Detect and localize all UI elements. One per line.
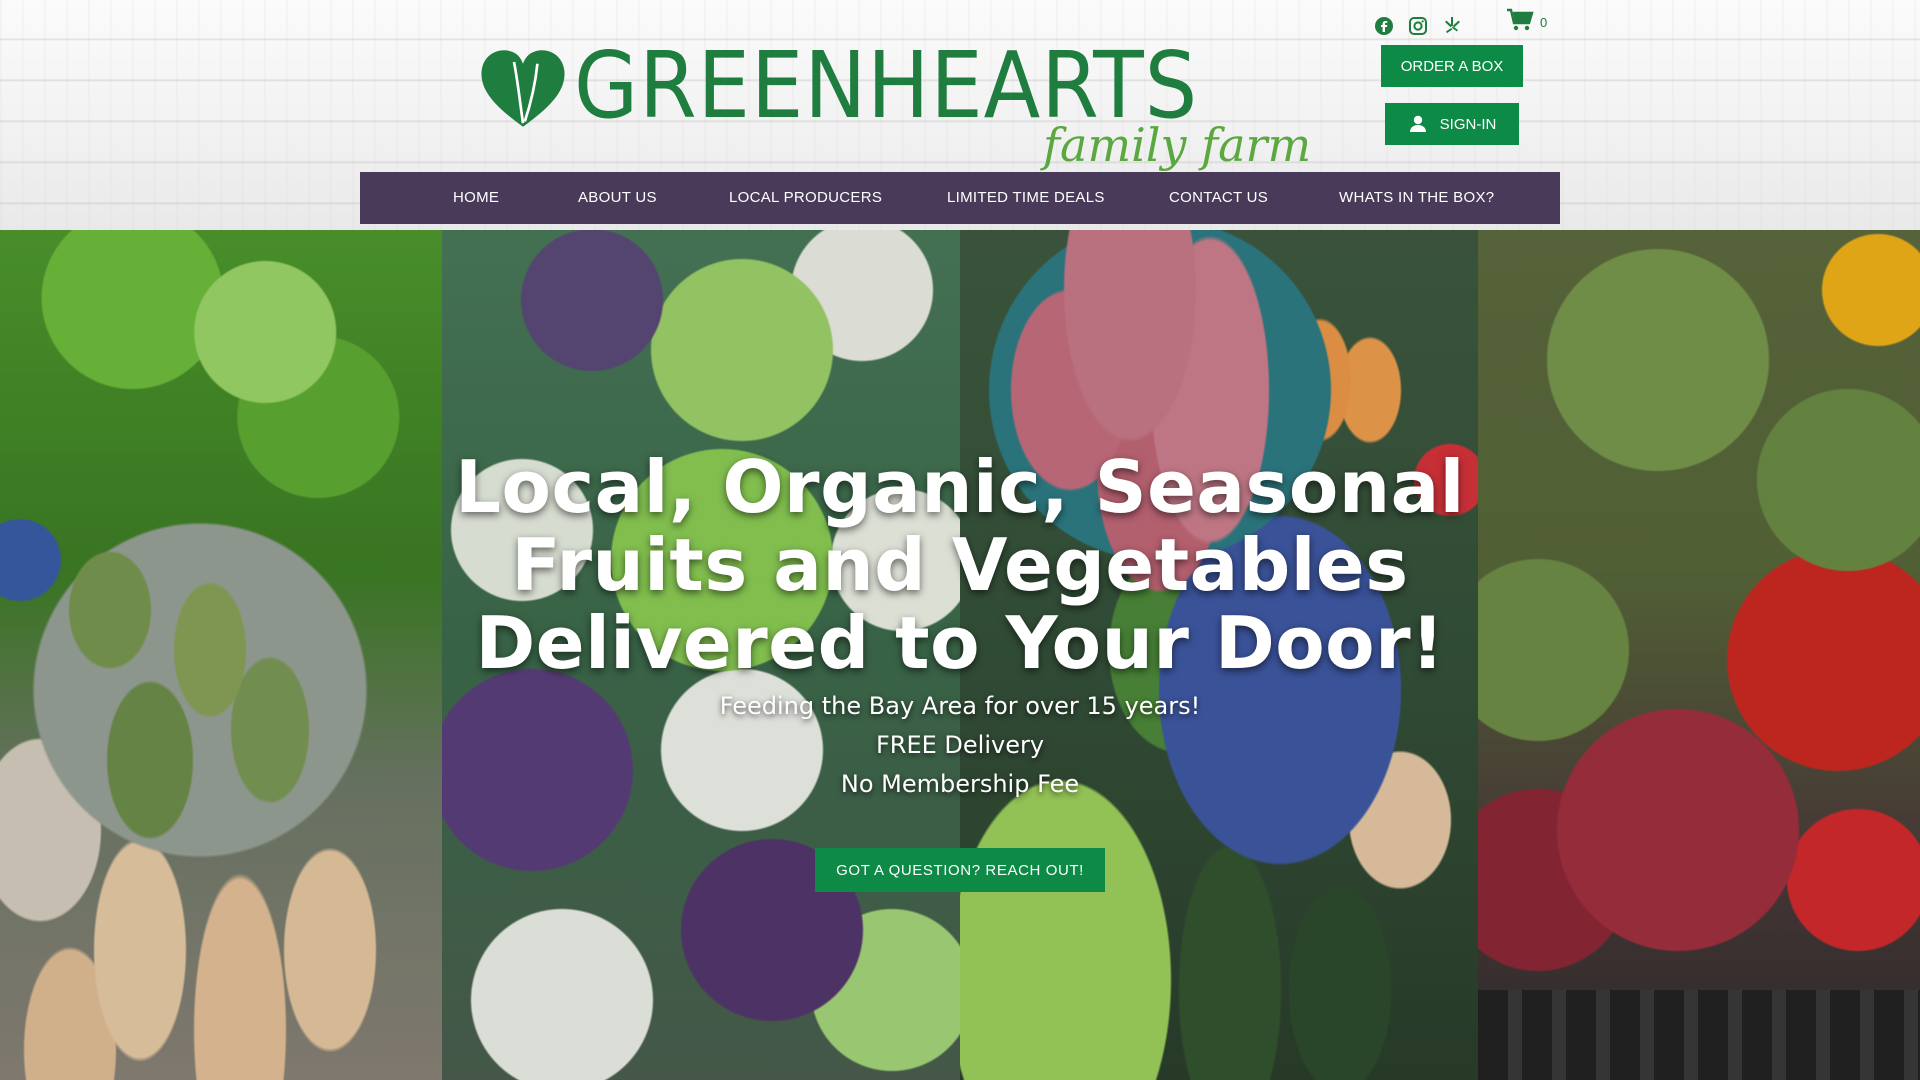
hero-headline: Local, Organic, Seasonal Fruits and Vege… bbox=[440, 448, 1480, 682]
nav-item-whats-in-the-box[interactable]: WHATS IN THE BOX? bbox=[1339, 189, 1494, 206]
hero-section: Local, Organic, Seasonal Fruits and Vege… bbox=[0, 230, 1920, 1080]
nav-item-local-producers[interactable]: LOCAL PRODUCERS bbox=[729, 189, 882, 206]
contact-cta-button[interactable]: GOT A QUESTION? REACH OUT! bbox=[815, 848, 1105, 892]
social-links bbox=[1374, 14, 1462, 38]
headline-line: Delivered to Your Door! bbox=[475, 601, 1445, 685]
sign-in-button[interactable]: SIGN-IN bbox=[1385, 103, 1519, 145]
nav-item-limited-time-deals[interactable]: LIMITED TIME DEALS bbox=[947, 189, 1105, 206]
hero-subtext-years: Feeding the Bay Area for over 15 years! bbox=[719, 692, 1201, 720]
nav-item-home[interactable]: HOME bbox=[453, 189, 499, 206]
facebook-icon[interactable] bbox=[1374, 16, 1394, 36]
cart-button[interactable]: 0 bbox=[1506, 8, 1547, 32]
instagram-icon[interactable] bbox=[1408, 16, 1428, 36]
logo-tagline: family farm bbox=[1043, 118, 1312, 172]
hero-subtext-delivery: FREE Delivery bbox=[875, 731, 1045, 759]
headline-line: Fruits and Vegetables bbox=[511, 523, 1409, 607]
site-logo[interactable]: GREENHEARTS family farm bbox=[478, 36, 1311, 176]
order-box-button[interactable]: ORDER A BOX bbox=[1381, 45, 1523, 87]
leaf-heart-icon bbox=[481, 50, 565, 127]
sign-in-label: SIGN-IN bbox=[1439, 115, 1497, 133]
headline-line: Local, Organic, Seasonal bbox=[455, 445, 1465, 529]
hero-subtext-membership: No Membership Fee bbox=[840, 770, 1080, 798]
nav-item-about-us[interactable]: ABOUT US bbox=[578, 189, 657, 206]
yelp-icon[interactable] bbox=[1442, 16, 1462, 36]
nav-item-contact-us[interactable]: CONTACT US bbox=[1169, 189, 1268, 206]
user-icon bbox=[1409, 115, 1426, 132]
cart-icon bbox=[1507, 8, 1534, 31]
cart-count: 0 bbox=[1540, 15, 1548, 30]
main-nav: HOME ABOUT US LOCAL PRODUCERS LIMITED TI… bbox=[360, 172, 1560, 224]
